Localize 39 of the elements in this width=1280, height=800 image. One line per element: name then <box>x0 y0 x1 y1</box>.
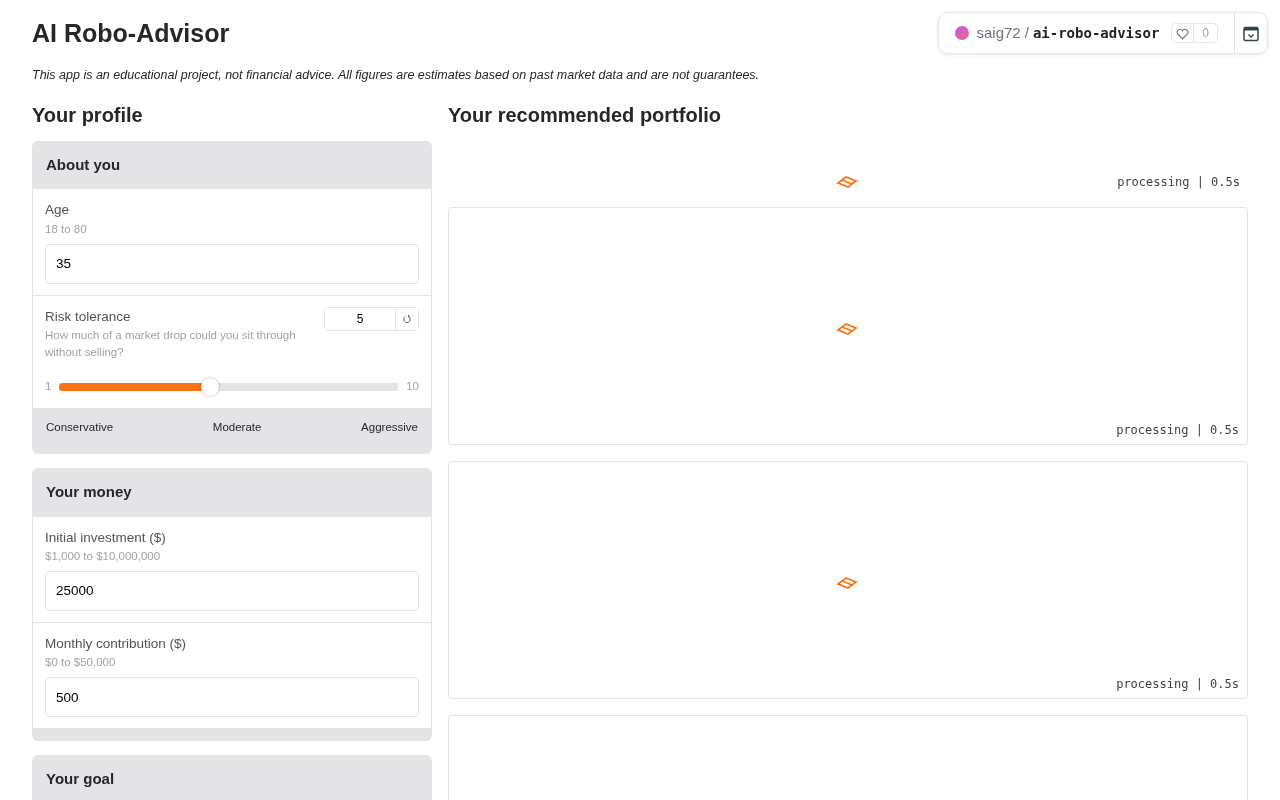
scale-label: Conservative <box>46 419 114 435</box>
loading-icon <box>836 576 858 591</box>
loading-icon <box>836 174 858 189</box>
reset-button[interactable] <box>395 307 418 330</box>
disclaimer-text: This app is an educational project, not financial advice. All figures are estimates based on past market data and are not guarantees. <box>32 67 761 84</box>
section-title: Your goal <box>45 769 116 789</box>
number-input[interactable]: 35 <box>45 243 419 284</box>
heart-icon <box>1176 27 1190 40</box>
reset-icon <box>403 315 411 324</box>
scale-label: Moderate <box>212 419 262 435</box>
app-title: AI Robo-Advisor <box>32 18 230 49</box>
window-icon <box>1243 25 1259 42</box>
section-heading: Your recommended portfolio <box>448 102 722 127</box>
section-heading: Your profile <box>32 102 144 127</box>
owner-link[interactable]: saig72 <box>976 21 1021 45</box>
section-title: Your money <box>45 482 133 502</box>
field-hint: $1,000 to $10,000,000 <box>45 548 162 564</box>
section-title: About you <box>45 154 122 175</box>
field-hint: $0 to $50,000 <box>45 655 117 670</box>
avatar-icon <box>954 26 969 40</box>
field-hint: 18 to 80 <box>45 221 88 237</box>
slider-min: 1 <box>45 379 52 395</box>
field-label: Risk tolerance <box>45 307 132 326</box>
repo-link[interactable]: ai-robo-advisor <box>1032 22 1160 44</box>
field-label: Monthly contribution ($) <box>45 634 188 653</box>
field-hint: How much of a market drop could you sit through without selling? <box>45 327 297 360</box>
status-text: processing | 0.5s <box>1116 675 1239 693</box>
scale-label: Aggressive <box>361 419 418 435</box>
number-input[interactable]: 500 <box>45 677 419 717</box>
separator-text: / <box>1024 22 1029 43</box>
slider-max: 10 <box>406 379 419 395</box>
field-label: Initial investment ($) <box>45 528 167 547</box>
field-label: Age <box>45 201 71 220</box>
status-text: processing | 0.5s <box>1117 173 1240 191</box>
status-text: processing | 0.5s <box>1116 421 1239 439</box>
number-input[interactable]: 25000 <box>45 570 419 611</box>
slider-thumb[interactable] <box>200 377 219 396</box>
loading-icon <box>836 322 858 337</box>
number-input[interactable]: 5 <box>324 306 419 331</box>
